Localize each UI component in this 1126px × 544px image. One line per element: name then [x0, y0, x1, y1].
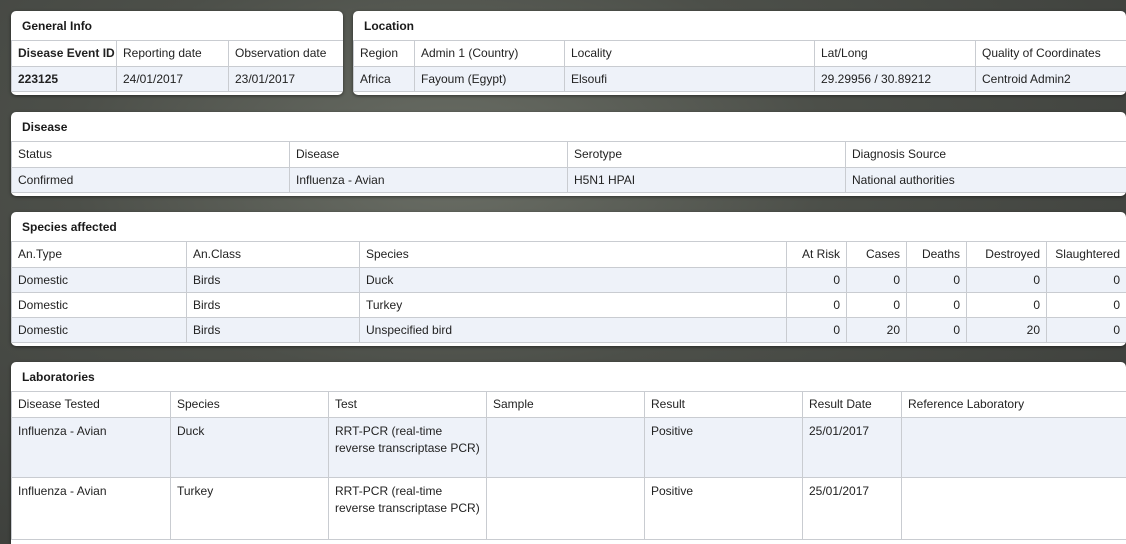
disease-title: Disease — [11, 112, 1126, 142]
header-test: Test — [328, 392, 487, 418]
reference-laboratory — [901, 477, 1126, 540]
header-diagnosis-source: Diagnosis Source — [845, 142, 1126, 168]
general-info-title: General Info — [11, 11, 343, 41]
disease-name: Influenza - Avian — [289, 167, 568, 193]
table-row: Domestic Birds Duck 0 0 0 0 0 — [11, 267, 1126, 293]
species-title: Species affected — [11, 212, 1126, 242]
disease-panel: Disease Status Disease Serotype Diagnosi… — [11, 112, 1126, 196]
test: RRT-PCR (real-time reverse transcriptase… — [328, 477, 487, 540]
table-row: Domestic Birds Turkey 0 0 0 0 0 — [11, 292, 1126, 318]
destroyed: 0 — [966, 292, 1047, 318]
admin1: Fayoum (Egypt) — [414, 66, 565, 92]
header-reference-laboratory: Reference Laboratory — [901, 392, 1126, 418]
an-type: Domestic — [11, 317, 187, 343]
header-quality-coordinates: Quality of Coordinates — [975, 41, 1126, 67]
species-name: Turkey — [359, 292, 787, 318]
general-info-table: Disease Event ID Reporting date Observat… — [11, 41, 343, 92]
quality-coordinates: Centroid Admin2 — [975, 66, 1126, 92]
cases: 0 — [846, 292, 907, 318]
at-risk: 0 — [786, 292, 847, 318]
destroyed: 20 — [966, 317, 1047, 343]
header-reporting-date: Reporting date — [116, 41, 229, 67]
header-region: Region — [353, 41, 415, 67]
an-type: Domestic — [11, 292, 187, 318]
lab-species: Turkey — [170, 477, 329, 540]
header-deaths: Deaths — [906, 242, 967, 268]
locality: Elsoufi — [564, 66, 815, 92]
serotype: H5N1 HPAI — [567, 167, 846, 193]
header-lab-species: Species — [170, 392, 329, 418]
header-an-type: An.Type — [11, 242, 187, 268]
reporting-date: 24/01/2017 — [116, 66, 229, 92]
disease-tested: Influenza - Avian — [11, 477, 171, 540]
reference-laboratory — [901, 417, 1126, 478]
header-locality: Locality — [564, 41, 815, 67]
slaughtered: 0 — [1046, 317, 1126, 343]
header-lat-long: Lat/Long — [814, 41, 976, 67]
sample — [486, 477, 645, 540]
result: Positive — [644, 417, 803, 478]
deaths: 0 — [906, 267, 967, 293]
an-type: Domestic — [11, 267, 187, 293]
an-class: Birds — [186, 267, 360, 293]
result: Positive — [644, 477, 803, 540]
at-risk: 0 — [786, 267, 847, 293]
location-panel: Location Region Admin 1 (Country) Locali… — [353, 11, 1126, 95]
destroyed: 0 — [966, 267, 1047, 293]
species-panel: Species affected An.Type An.Class Specie… — [11, 212, 1126, 346]
header-serotype: Serotype — [567, 142, 846, 168]
species-name: Duck — [359, 267, 787, 293]
at-risk: 0 — [786, 317, 847, 343]
species-table: An.Type An.Class Species At Risk Cases D… — [11, 242, 1126, 343]
species-name: Unspecified bird — [359, 317, 787, 343]
location-title: Location — [353, 11, 1126, 41]
header-slaughtered: Slaughtered — [1046, 242, 1126, 268]
header-species: Species — [359, 242, 787, 268]
diagnosis-source: National authorities — [845, 167, 1126, 193]
disease-table: Status Disease Serotype Diagnosis Source… — [11, 142, 1126, 193]
header-an-class: An.Class — [186, 242, 360, 268]
region: Africa — [353, 66, 415, 92]
observation-date: 23/01/2017 — [228, 66, 343, 92]
result-date: 25/01/2017 — [802, 477, 902, 540]
location-table: Region Admin 1 (Country) Locality Lat/Lo… — [353, 41, 1126, 92]
header-disease-tested: Disease Tested — [11, 392, 171, 418]
table-row: Influenza - Avian Turkey RRT-PCR (real-t… — [11, 477, 1126, 540]
laboratories-table: Disease Tested Species Test Sample Resul… — [11, 392, 1126, 540]
result-date: 25/01/2017 — [802, 417, 902, 478]
an-class: Birds — [186, 292, 360, 318]
deaths: 0 — [906, 317, 967, 343]
header-sample: Sample — [486, 392, 645, 418]
laboratories-title: Laboratories — [11, 362, 1126, 392]
an-class: Birds — [186, 317, 360, 343]
cases: 20 — [846, 317, 907, 343]
header-result: Result — [644, 392, 803, 418]
table-row: Domestic Birds Unspecified bird 0 20 0 2… — [11, 317, 1126, 343]
header-status: Status — [11, 142, 290, 168]
header-disease: Disease — [289, 142, 568, 168]
slaughtered: 0 — [1046, 267, 1126, 293]
slaughtered: 0 — [1046, 292, 1126, 318]
lat-long: 29.29956 / 30.89212 — [814, 66, 976, 92]
lab-species: Duck — [170, 417, 329, 478]
general-info-panel: General Info Disease Event ID Reporting … — [11, 11, 343, 95]
status: Confirmed — [11, 167, 290, 193]
table-row: Influenza - Avian Duck RRT-PCR (real-tim… — [11, 417, 1126, 478]
test: RRT-PCR (real-time reverse transcriptase… — [328, 417, 487, 478]
header-at-risk: At Risk — [786, 242, 847, 268]
header-cases: Cases — [846, 242, 907, 268]
header-observation-date: Observation date — [228, 41, 343, 67]
disease-event-id: 223125 — [11, 66, 117, 92]
header-admin1: Admin 1 (Country) — [414, 41, 565, 67]
cases: 0 — [846, 267, 907, 293]
sample — [486, 417, 645, 478]
deaths: 0 — [906, 292, 967, 318]
header-destroyed: Destroyed — [966, 242, 1047, 268]
disease-tested: Influenza - Avian — [11, 417, 171, 478]
header-result-date: Result Date — [802, 392, 902, 418]
laboratories-panel: Laboratories Disease Tested Species Test… — [11, 362, 1126, 544]
header-disease-event-id: Disease Event ID — [11, 41, 117, 67]
